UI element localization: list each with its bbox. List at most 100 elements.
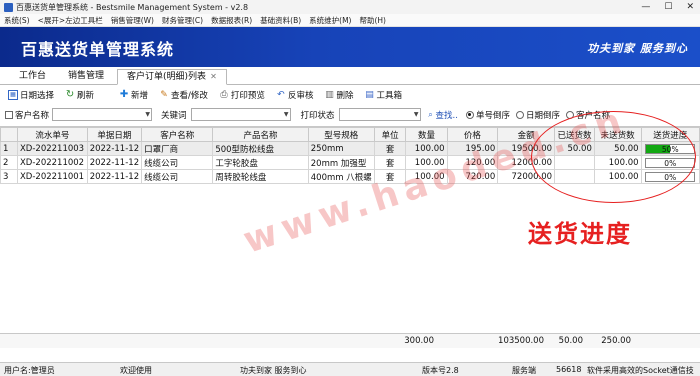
search-button[interactable]: 查找..	[436, 109, 458, 121]
annotation-ellipse	[531, 111, 696, 203]
cell-product: 500型防松线盘	[212, 141, 309, 156]
col-unit[interactable]: 单位	[373, 127, 407, 142]
tab-order-list[interactable]: 客户订单(明细)列表 ✕	[117, 69, 227, 85]
totals-row: 300.00 103500.00 50.00 250.00	[0, 333, 700, 348]
window-title: 百惠送货单管理系统 - Bestsmile Management System …	[16, 2, 249, 12]
col-order-no[interactable]: 流水单号	[16, 127, 88, 142]
cell-customer: 口罩厂商	[141, 141, 214, 156]
date-select-button[interactable]: ▦ 日期选择	[8, 89, 54, 101]
undo-icon: ↶	[277, 90, 285, 100]
status-server: 服务端	[512, 366, 536, 375]
cell-date: 2022-11-12	[86, 169, 143, 184]
status-motto: 功夫到家 服务到心	[240, 366, 307, 375]
annotation-label: 送货进度	[528, 220, 632, 248]
row-index: 3	[0, 169, 18, 184]
menu-bar: 系统(S) <展开>左边工具栏 销售管理(W) 财务管理(C) 数据报表(R) …	[0, 14, 700, 27]
toolbar: ▦ 日期选择 ↻ 刷新 ✚ 新增 ✎ 查看/修改 ⎙ 打印预览 ↶ 反审核 ▥ …	[0, 86, 700, 104]
cell-order-no: XD-202211001	[16, 169, 88, 184]
banner-slogan: 功夫到家 服务到心	[587, 42, 688, 55]
status-socket-note: 软件采用高效的Socket通信技	[587, 366, 694, 375]
sort-order-desc-label: 单号倒序	[475, 110, 510, 121]
col-index[interactable]	[0, 127, 18, 142]
cell-unit: 套	[373, 141, 407, 156]
customer-filter-checkbox[interactable]	[5, 110, 13, 119]
cell-order-no: XD-202211002	[16, 155, 88, 170]
unaudit-button[interactable]: ↶ 反审核	[276, 89, 313, 101]
minimize-button[interactable]: —	[641, 0, 650, 14]
app-banner: 百惠送货单管理系统 功夫到家 服务到心	[0, 27, 700, 67]
search-icon: ⌕	[428, 109, 433, 119]
maximize-button[interactable]: ☐	[664, 0, 672, 14]
col-product[interactable]: 产品名称	[212, 127, 309, 142]
toolbox-icon: ▤	[365, 90, 374, 100]
close-window-button[interactable]: ✕	[686, 0, 694, 14]
cell-spec: 20mm 加强型	[307, 155, 375, 170]
toolbox-button[interactable]: ▤ 工具箱	[364, 89, 402, 101]
edit-icon: ✎	[160, 90, 168, 100]
customer-filter-label: 客户名称	[15, 110, 50, 121]
chevron-down-icon: ▼	[413, 111, 419, 118]
delete-icon: ▥	[325, 90, 334, 100]
print-preview-button[interactable]: ⎙ 打印预览	[219, 89, 265, 101]
cell-order-no: XD-202211003	[16, 141, 88, 156]
refresh-button[interactable]: ↻ 刷新	[65, 89, 94, 102]
cell-customer: 线缆公司	[141, 169, 214, 184]
delete-button[interactable]: ▥ 删除	[324, 89, 353, 101]
status-user: 用户名:管理员	[4, 366, 55, 375]
edit-button[interactable]: ✎ 查看/修改	[159, 89, 208, 101]
total-qty: 300.00	[404, 336, 434, 346]
menu-maintenance[interactable]: 系统维护(M)	[305, 15, 355, 26]
tab-strip: 工作台 销售管理 客户订单(明细)列表 ✕	[0, 67, 700, 85]
cell-product: 周转胶轮线盘	[212, 169, 309, 184]
add-button[interactable]: ✚ 新增	[119, 89, 148, 102]
chevron-down-icon: ▼	[145, 111, 151, 118]
cell-date: 2022-11-12	[86, 155, 143, 170]
keyword-label: 关键词	[161, 110, 187, 121]
menu-finance[interactable]: 财务管理(C)	[158, 15, 207, 26]
cell-customer: 线缆公司	[141, 155, 214, 170]
window-titlebar: 百惠送货单管理系统 - Bestsmile Management System …	[0, 0, 700, 14]
row-index: 2	[0, 155, 18, 170]
total-amount: 103500.00	[498, 336, 544, 346]
menu-basic-data[interactable]: 基础资料(B)	[256, 15, 305, 26]
col-spec[interactable]: 型号规格	[307, 127, 375, 142]
print-icon: ⎙	[220, 90, 228, 100]
status-port: 56618	[556, 365, 582, 374]
status-welcome: 欢迎使用	[120, 366, 152, 375]
cell-date: 2022-11-12	[86, 141, 143, 156]
customer-select[interactable]: ▼	[52, 108, 153, 121]
tab-workbench[interactable]: 工作台	[10, 68, 55, 84]
add-icon: ✚	[119, 89, 129, 100]
print-status-select[interactable]: ▼	[338, 108, 421, 121]
sort-radio-date-desc[interactable]	[515, 110, 524, 119]
menu-reports[interactable]: 数据报表(R)	[207, 15, 256, 26]
tab-sales[interactable]: 销售管理	[59, 68, 113, 84]
print-status-label: 打印状态	[300, 110, 335, 121]
refresh-icon: ↻	[65, 89, 75, 100]
col-customer[interactable]: 客户名称	[141, 127, 214, 142]
col-date[interactable]: 单据日期	[86, 127, 143, 142]
status-bar: 用户名:管理员 欢迎使用 功夫到家 服务到心 版本号2.8 服务端 56618 …	[0, 362, 700, 376]
menu-help[interactable]: 帮助(H)	[355, 15, 390, 26]
sort-date-desc-label: 日期倒序	[525, 110, 560, 121]
cell-spec: 250mm	[307, 141, 375, 156]
cell-product: 工字轮胶盘	[212, 155, 309, 170]
close-icon[interactable]: ✕	[210, 69, 217, 85]
menu-system[interactable]: 系统(S)	[0, 15, 34, 26]
banner-title: 百惠送货单管理系统	[21, 40, 175, 59]
tab-order-list-label: 客户订单(明细)列表	[127, 72, 207, 82]
calendar-icon: ▦	[8, 90, 18, 100]
menu-expand-toolbar[interactable]: <展开>左边工具栏	[34, 15, 107, 26]
col-price[interactable]: 价格	[446, 127, 499, 142]
menu-sales[interactable]: 销售管理(W)	[107, 15, 158, 26]
cell-qty: 100.00	[405, 141, 448, 156]
total-delivered: 50.00	[558, 336, 583, 346]
chevron-down-icon: ▼	[283, 111, 289, 118]
col-qty[interactable]: 数量	[405, 127, 448, 142]
total-pending: 250.00	[601, 336, 631, 346]
keyword-input[interactable]: ▼	[190, 108, 291, 121]
app-icon	[4, 2, 13, 12]
cell-unit: 套	[373, 155, 407, 170]
status-version: 版本号2.8	[422, 366, 459, 375]
sort-radio-order-desc[interactable]	[465, 110, 474, 119]
